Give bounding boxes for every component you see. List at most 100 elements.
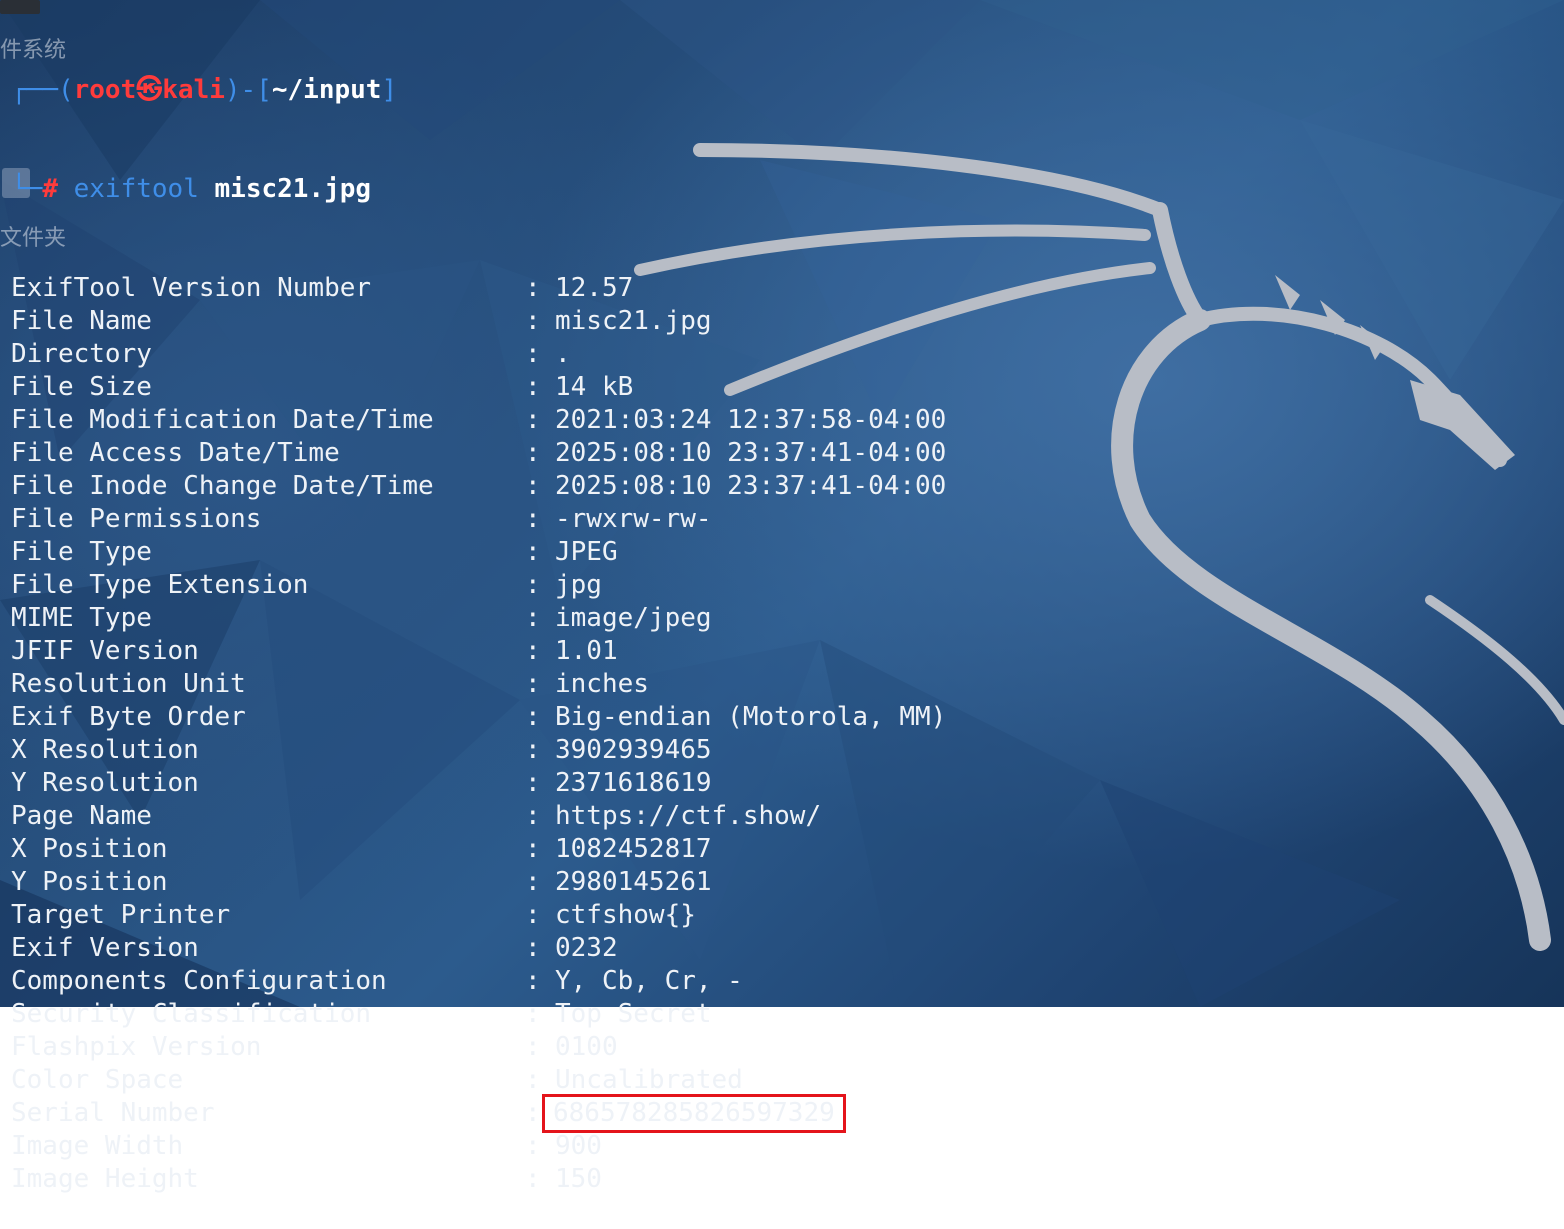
exif-key: JFIF Version [11,636,199,666]
exif-row: Exif Version:0232 [11,932,946,965]
exif-key: Page Name [11,801,152,831]
exif-value: https://ctf.show/ [555,801,822,831]
exif-separator: : [525,867,541,897]
exif-separator: : [525,669,541,699]
exif-value: JPEG [555,537,618,567]
exif-value: 1.01 [555,636,618,666]
exif-row: Image Width:900 [11,1130,946,1163]
exif-value: Top Secret [555,999,712,1029]
exif-row: Page Name: https://ctf.show/ [11,800,946,833]
exif-separator: : [525,372,541,402]
exif-key: MIME Type [11,603,152,633]
exif-key: Exif Version [11,933,199,963]
exif-value: image/jpeg [555,603,712,633]
exif-key: Color Space [11,1065,184,1095]
exif-key: ExifTool Version Number [11,273,372,303]
exif-value-highlighted: 686578285826597329 [542,1094,846,1133]
exif-separator: : [525,1032,541,1062]
exif-key: Serial Number [11,1098,215,1128]
exif-key: X Resolution [11,735,199,765]
exif-key: Exif Byte Order [11,702,246,732]
exif-separator: : [525,405,541,435]
exif-separator: : [525,1131,541,1161]
exif-row: File Size:14 kB [11,371,946,404]
exif-value: ctfshow{} [555,900,696,930]
exif-row: Y Resolution:2371618619 [11,767,946,800]
exif-row: File Inode Change Date/Time:2025:08:10 2… [11,470,946,503]
exif-row: File Type Extension: jpg [11,569,946,602]
exif-row: Image Height:150 [11,1163,946,1196]
exif-value: Y, Cb, Cr, - [555,966,743,996]
exif-row: Color Space: Uncalibrated [11,1064,946,1097]
exif-row: X Position:1082452817 [11,833,946,866]
terminal-output: ┌──(root㉿kali)-[~/input] └─# exiftool mi… [11,8,946,1229]
exif-value: 2021:03:24 12:37:58-04:00 [555,405,947,435]
exif-separator: : [525,438,541,468]
exif-row: JFIF Version:1.01 [11,635,946,668]
exif-row: Components Configuration: Y, Cb, Cr, - [11,965,946,998]
exif-separator: : [525,603,541,633]
exif-key: File Access Date/Time [11,438,340,468]
exif-value: jpg [555,570,602,600]
exif-row: File Name: misc21.jpg [11,305,946,338]
exif-separator: : [525,273,541,303]
exif-separator: : [525,966,541,996]
exif-row: File Permissions: -rwxrw-rw- [11,503,946,536]
exif-output-list: ExifTool Version Number:12.57 File Name: m… [11,272,946,1196]
exif-key: Components Configuration [11,966,387,996]
exif-key: File Inode Change Date/Time [11,471,434,501]
exif-separator: : [525,834,541,864]
exif-row: Exif Byte Order: Big-endian (Motorola, MM… [11,701,946,734]
exif-separator: : [525,900,541,930]
exif-separator: : [525,339,541,369]
exif-row: X Resolution:3902939465 [11,734,946,767]
exif-separator: : [525,999,541,1029]
exif-key: File Type Extension [11,570,309,600]
exif-separator: : [525,504,541,534]
exif-value: 1082452817 [555,834,712,864]
exif-separator: : [525,735,541,765]
exif-value: 0100 [555,1032,618,1062]
exif-row: Resolution Unit: inches [11,668,946,701]
exif-separator: : [525,570,541,600]
exif-value: 14 kB [555,372,634,402]
exif-row: Flashpix Version:0100 [11,1031,946,1064]
exif-row: File Access Date/Time:2025:08:10 23:37:4… [11,437,946,470]
exif-separator: : [525,768,541,798]
exif-key: Y Position [11,867,168,897]
exif-value: 3902939465 [555,735,712,765]
exif-value: 2025:08:10 23:37:41-04:00 [555,438,947,468]
exif-separator: : [525,636,541,666]
exif-row: File Modification Date/Time:2021:03:24 1… [11,404,946,437]
exif-separator: : [525,1065,541,1095]
prompt-line-1: ┌──(root㉿kali)-[~/input] [11,75,398,105]
exif-key: File Type [11,537,152,567]
exif-row: MIME Type: image/jpeg [11,602,946,635]
exif-key: Resolution Unit [11,669,246,699]
exif-value: -rwxrw-rw- [555,504,712,534]
exif-row: File Type: JPEG [11,536,946,569]
exif-key: Security Classification [11,999,372,1029]
exif-key: X Position [11,834,168,864]
exif-separator: : [525,1164,541,1194]
exif-key: Y Resolution [11,768,199,798]
exif-value: inches [555,669,649,699]
exif-key: Image Width [11,1131,184,1161]
exif-separator: : [525,933,541,963]
command-argument: misc21.jpg [214,174,372,204]
prompt-hash: # [42,174,58,204]
exif-key: File Size [11,372,152,402]
exif-key: Image Height [11,1164,199,1194]
exif-key: Directory [11,339,152,369]
exif-separator: : [525,306,541,336]
exif-row: ExifTool Version Number:12.57 [11,272,946,305]
exif-key: Target Printer [11,900,231,930]
exif-value: 2980145261 [555,867,712,897]
exif-row: Directory:. [11,338,946,371]
exif-key: File Modification Date/Time [11,405,434,435]
prompt-at-symbol: ㉿ [136,75,163,105]
exif-value: 900 [555,1131,602,1161]
exif-value: 12.57 [555,273,634,303]
prompt-path: ~/input [271,75,382,105]
exif-value: 2025:08:10 23:37:41-04:00 [555,471,947,501]
